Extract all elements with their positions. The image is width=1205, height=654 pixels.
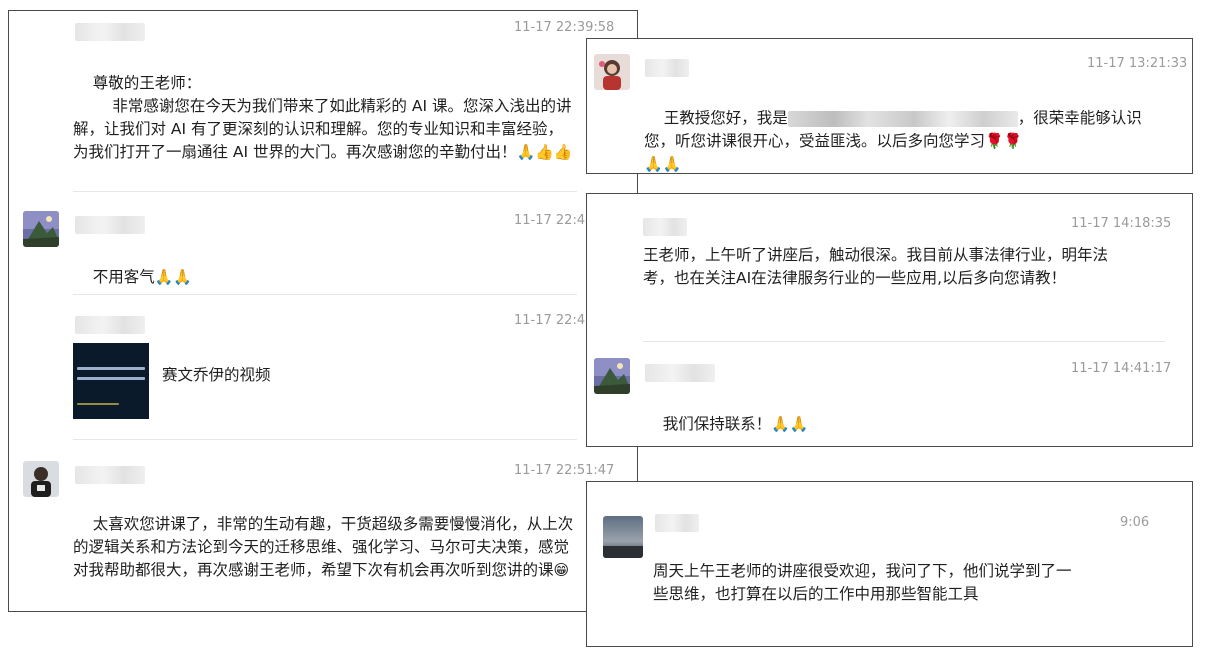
message-body: 太喜欢您讲课了，非常的生动有趣，干货超级多需要慢慢消化，从上次的逻辑关系和方法论… <box>73 515 574 579</box>
message-timestamp: 11-17 14:41:17 <box>1071 361 1172 376</box>
message-text[interactable]: 王教授您好，我是 ，很荣幸能够认识您，听您讲课很开心，受益匪浅。以后多向您学习🌹🌹… <box>644 84 1154 173</box>
emoji-rose: 🌹🌹 <box>985 132 1023 150</box>
message-body: 我们保持联系！ <box>662 415 772 433</box>
message-text[interactable]: 太喜欢您讲课了，非常的生动有趣，干货超级多需要慢慢消化，从上次的逻辑关系和方法论… <box>73 490 578 605</box>
video-caption-line <box>77 377 145 380</box>
message-text[interactable]: 不用客气🙏🙏 <box>73 243 192 312</box>
message-text[interactable]: 周天上午王老师的讲座很受欢迎，我问了下，他们说学到了一些思维，也打算在以后的工作… <box>653 560 1073 606</box>
message-timestamp: 11-17 22:4 <box>514 313 586 328</box>
message-divider <box>643 341 1165 342</box>
message-timestamp: 11-17 14:18:35 <box>1071 216 1172 231</box>
sender-name-blurred <box>655 514 699 532</box>
message-timestamp: 11-17 22:51:47 <box>514 463 615 478</box>
avatar-dusk-image <box>603 516 643 558</box>
video-thumbnail[interactable] <box>73 343 149 419</box>
emoji-pray: 🙏🙏 <box>771 415 809 433</box>
message-divider <box>73 191 577 192</box>
video-caption-line <box>77 403 119 405</box>
avatar[interactable] <box>594 358 630 394</box>
message-divider <box>73 439 577 440</box>
avatar-portrait-image <box>594 54 630 90</box>
message-divider <box>73 294 577 295</box>
message-body-start: 王教授您好，我是 <box>663 109 788 127</box>
avatar-person-image <box>23 461 59 497</box>
message-text[interactable]: 王老师，上午听了讲座后，触动很深。我目前从事法律行业，明年法考，也在关注AI在法… <box>643 244 1133 290</box>
avatar-mountain-image <box>594 358 630 394</box>
emoji-pray-thumbs: 🙏👍👍 <box>516 143 573 161</box>
sender-name-blurred <box>645 364 715 382</box>
avatar[interactable] <box>23 211 59 247</box>
sender-name-blurred <box>75 23 145 41</box>
message-timestamp: 9:06 <box>1120 515 1150 530</box>
emoji-grin: 😁 <box>553 561 570 579</box>
message-timestamp: 11-17 22:4 <box>514 213 586 228</box>
sender-name-blurred <box>75 316 145 334</box>
chat-panel-bottom-right: 9:06 周天上午王老师的讲座很受欢迎，我问了下，他们说学到了一些思维，也打算在… <box>586 481 1193 647</box>
chat-panel-middle-right: 11-17 14:18:35 王老师，上午听了讲座后，触动很深。我目前从事法律行… <box>586 193 1193 447</box>
sender-name-blurred <box>75 216 145 234</box>
avatar[interactable] <box>594 54 630 90</box>
sender-name-blurred <box>75 466 145 484</box>
video-caption-line <box>77 367 145 370</box>
message-timestamp: 11-17 13:21:33 <box>1087 56 1188 71</box>
message-text[interactable]: 尊敬的王老师： 非常感谢您在今天为我们带来了如此精彩的 AI 课。您深入浅出的讲… <box>73 49 573 187</box>
avatar-mountain-image <box>23 211 59 247</box>
avatar[interactable] <box>603 516 643 558</box>
chat-panel-top-right: 11-17 13:21:33 王教授您好，我是 ，很荣幸能够认识您，听您讲课很开心… <box>586 38 1193 174</box>
redacted-text <box>787 110 1018 127</box>
message-body: 不用客气 <box>92 268 155 286</box>
message-body: 尊敬的王老师： 非常感谢您在今天为我们带来了如此精彩的 AI 课。您深入浅出的讲… <box>73 74 572 161</box>
message-timestamp: 11-17 22:39:58 <box>514 20 615 35</box>
video-title[interactable]: 赛文乔伊的视频 <box>162 364 271 387</box>
sender-name-blurred <box>643 218 687 236</box>
avatar[interactable] <box>23 461 59 497</box>
emoji-pray: 🙏🙏 <box>644 155 682 173</box>
message-text[interactable]: 我们保持联系！🙏🙏 <box>643 390 809 446</box>
emoji-pray: 🙏🙏 <box>154 268 193 286</box>
sender-name-blurred <box>645 59 689 77</box>
chat-panel-left: 11-17 22:39:58 尊敬的王老师： 非常感谢您在今天为我们带来了如此精… <box>8 10 638 612</box>
